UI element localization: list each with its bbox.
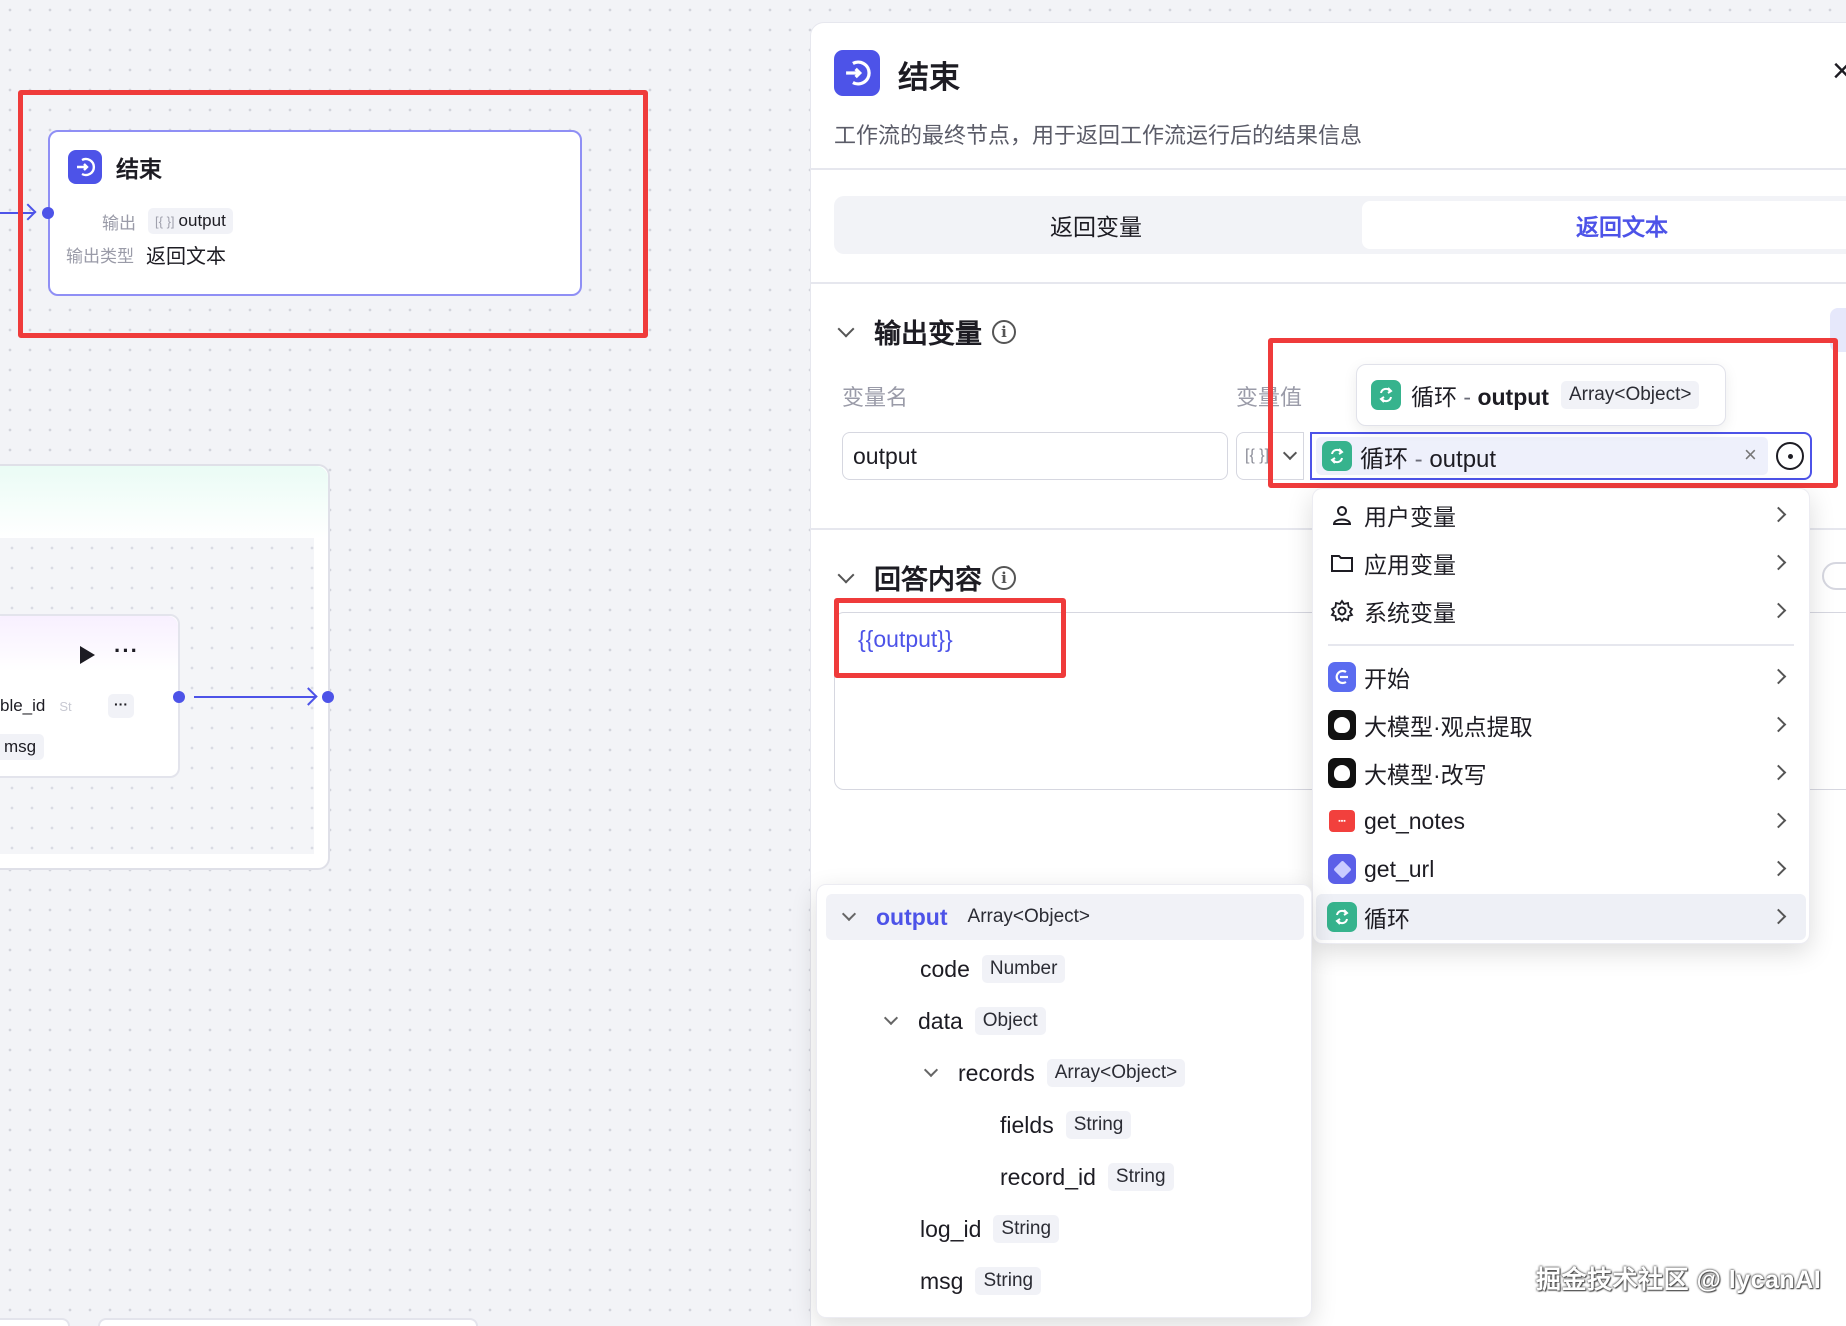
- panel-description: 工作流的最终节点，用于返回工作流运行后的结果信息: [834, 123, 1363, 148]
- info-icon[interactable]: i: [992, 319, 1016, 344]
- loop-icon: [1327, 902, 1357, 932]
- llm-icon: [1328, 710, 1356, 740]
- chevron-right-icon: [1770, 764, 1787, 781]
- run-icon[interactable]: [80, 646, 95, 664]
- type-tag: String: [1065, 1111, 1132, 1139]
- menu-item-llm-extract[interactable]: 大模型·观点提取: [1316, 702, 1806, 748]
- tree-row-code[interactable]: code Number: [826, 946, 1304, 992]
- start-node-icon: [1328, 662, 1356, 692]
- chevron-down-icon[interactable]: [923, 1062, 939, 1078]
- chevron-down-icon: [837, 566, 855, 583]
- panel-title: 结束: [898, 60, 960, 95]
- menu-item-get-url[interactable]: get_url: [1316, 846, 1806, 892]
- tree-row-log-id[interactable]: log_id String: [826, 1206, 1304, 1252]
- type-tag: String: [975, 1267, 1042, 1295]
- field-more-button[interactable]: ···: [108, 694, 134, 718]
- menu-item-app-variables[interactable]: 应用变量: [1316, 540, 1806, 586]
- type-tag: Object: [974, 1007, 1046, 1035]
- inner-connection-edge: [194, 696, 316, 698]
- menu-item-get-notes[interactable]: ▪▪▪ get_notes: [1316, 798, 1806, 844]
- notes-plugin-icon: ▪▪▪: [1329, 810, 1355, 832]
- loop-output-port[interactable]: [322, 691, 334, 703]
- highlight-end-node: [18, 90, 648, 338]
- answer-content-header[interactable]: 回答内容 i: [837, 558, 1016, 597]
- chevron-right-icon: [1770, 908, 1787, 925]
- menu-item-llm-rewrite[interactable]: 大模型·改写: [1316, 750, 1806, 796]
- menu-divider: [1328, 644, 1794, 646]
- output-variables-header[interactable]: 输出变量 i: [837, 312, 1016, 351]
- highlight-answer-content: [834, 598, 1066, 678]
- tree-row-records[interactable]: records Array<Object>: [826, 1050, 1304, 1096]
- folder-icon: [1328, 549, 1356, 577]
- menu-item-loop[interactable]: 循环: [1316, 894, 1806, 940]
- chevron-down-icon[interactable]: [883, 1010, 899, 1026]
- highlight-variable-reference: [1268, 338, 1838, 488]
- inner-node-field-row: ble_id St: [0, 696, 72, 715]
- chevron-right-icon: [1770, 716, 1787, 733]
- llm-icon: [1328, 758, 1356, 788]
- type-tag: Number: [981, 955, 1066, 983]
- tab-return-variable[interactable]: 返回变量: [834, 196, 1358, 254]
- chevron-right-icon: [1770, 860, 1787, 877]
- tree-row-fields[interactable]: fields String: [826, 1102, 1304, 1148]
- chevron-down-icon: [837, 320, 855, 337]
- tree-row-output[interactable]: output Array<Object>: [826, 894, 1304, 940]
- variable-name-input[interactable]: output: [842, 432, 1228, 480]
- side-toggle[interactable]: [1822, 562, 1846, 590]
- inner-node-output-port[interactable]: [173, 691, 185, 703]
- canvas-node-stub: [98, 1318, 478, 1326]
- cube-plugin-icon: [1328, 854, 1356, 884]
- watermark: 掘金技术社区 @ lycanAI: [1536, 1266, 1822, 1294]
- user-icon: [1328, 501, 1356, 529]
- type-tag: String: [1107, 1163, 1174, 1191]
- tree-row-record-id[interactable]: record_id String: [826, 1154, 1304, 1200]
- chevron-right-icon: [1770, 812, 1787, 829]
- canvas-node-stub: [0, 1318, 70, 1326]
- col-variable-name: 变量名: [842, 385, 909, 410]
- type-tag: Array<Object>: [1046, 1059, 1186, 1087]
- chevron-right-icon: [1770, 554, 1787, 571]
- gear-icon: [1328, 597, 1356, 625]
- menu-item-start-node[interactable]: 开始: [1316, 654, 1806, 700]
- info-icon[interactable]: i: [992, 565, 1016, 590]
- chevron-right-icon: [1770, 506, 1787, 523]
- menu-item-system-variables[interactable]: 系统变量: [1316, 588, 1806, 634]
- more-icon[interactable]: ···: [114, 638, 139, 664]
- inner-node-msg-chip: msg: [0, 734, 45, 760]
- object-brace-icon: [{ }]: [1245, 447, 1270, 464]
- menu-item-user-variables[interactable]: 用户变量: [1316, 492, 1806, 538]
- divider: [810, 282, 1846, 284]
- tree-row-data[interactable]: data Object: [826, 998, 1304, 1044]
- close-icon[interactable]: ×: [1832, 52, 1846, 91]
- loop-inner-node[interactable]: ··· ble_id St ··· msg: [0, 614, 180, 778]
- divider: [810, 168, 1846, 170]
- end-node-icon: [834, 50, 880, 96]
- tree-row-msg[interactable]: msg String: [826, 1258, 1304, 1304]
- tab-return-text[interactable]: 返回文本: [1362, 201, 1846, 249]
- chevron-down-icon[interactable]: [841, 906, 857, 922]
- type-tag: Array<Object>: [959, 903, 1099, 931]
- chevron-right-icon: [1770, 602, 1787, 619]
- type-tag: String: [993, 1215, 1060, 1243]
- chevron-right-icon: [1770, 668, 1787, 685]
